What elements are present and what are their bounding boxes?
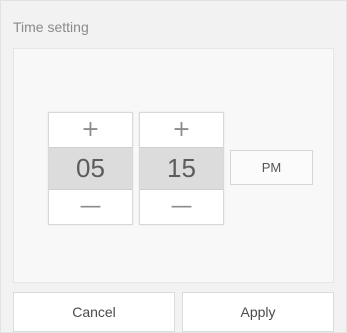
minute-picker: + 15 —: [139, 112, 224, 225]
plus-icon: +: [81, 117, 100, 142]
picker-area: + 05 — + 15 — PM: [13, 48, 334, 283]
hour-increment-button[interactable]: +: [49, 113, 132, 147]
am-pm-toggle-button[interactable]: PM: [230, 150, 313, 185]
cancel-button[interactable]: Cancel: [13, 292, 175, 332]
minus-icon: —: [79, 194, 102, 219]
plus-icon: +: [172, 117, 191, 142]
dialog-actions: Cancel Apply: [13, 292, 334, 332]
minus-icon: —: [170, 194, 193, 219]
time-setting-dialog: Time setting + 05 — + 15 — PM Cancel App…: [0, 0, 347, 333]
dialog-title: Time setting: [13, 19, 89, 35]
minute-value[interactable]: 15: [140, 147, 223, 190]
hour-decrement-button[interactable]: —: [49, 190, 132, 224]
hour-picker: + 05 —: [48, 112, 133, 225]
minute-increment-button[interactable]: +: [140, 113, 223, 147]
minute-decrement-button[interactable]: —: [140, 190, 223, 224]
hour-value[interactable]: 05: [49, 147, 132, 190]
apply-button[interactable]: Apply: [182, 292, 334, 332]
